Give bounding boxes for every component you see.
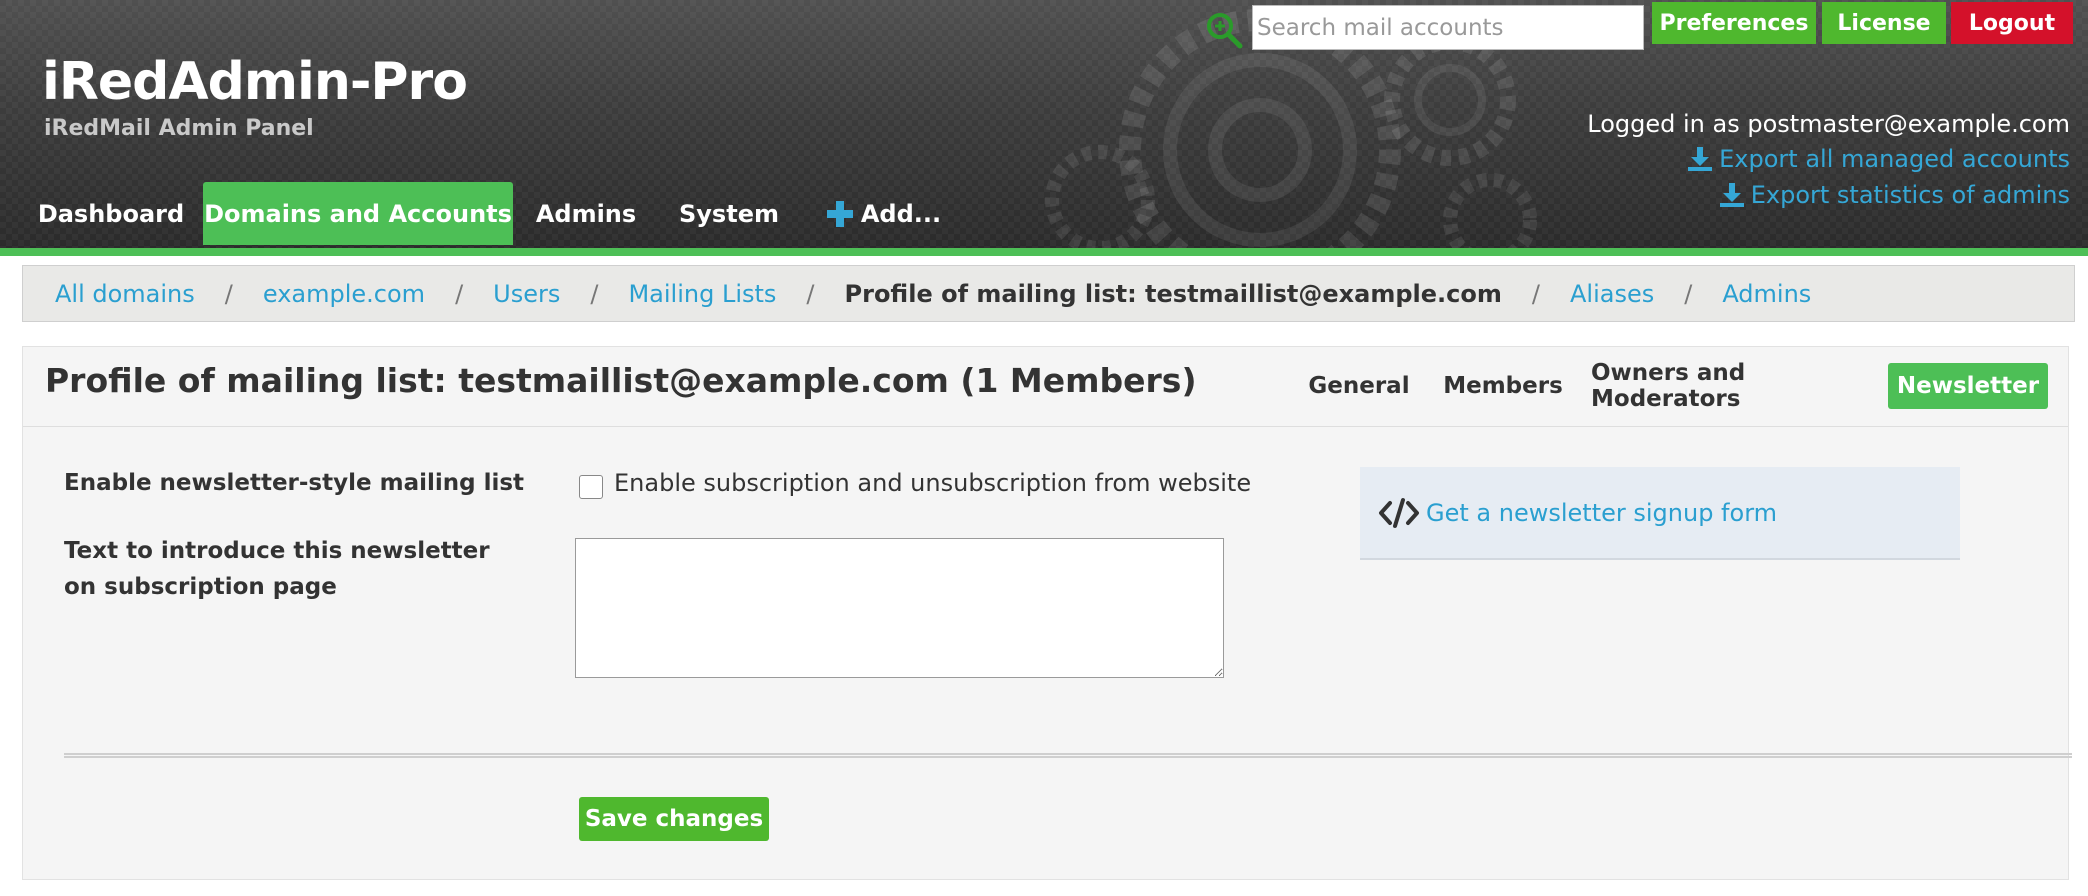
nav-add[interactable]: Add...	[820, 182, 946, 245]
signup-form-box: Get a newsletter signup form	[1360, 467, 1960, 560]
breadcrumb-separator: /	[1531, 279, 1540, 308]
intro-text-field[interactable]	[575, 538, 1224, 678]
tab-owners-and-moderators[interactable]: Owners and Moderators	[1591, 360, 1871, 412]
tab-members[interactable]: Members	[1437, 363, 1569, 409]
nav-admins[interactable]: Admins	[524, 182, 648, 245]
download-icon	[1719, 183, 1744, 207]
nav-dashboard[interactable]: Dashboard	[30, 182, 192, 245]
breadcrumb-admins[interactable]: Admins	[1722, 280, 1811, 308]
mailing-list-panel: Profile of mailing list: testmaillist@ex…	[22, 346, 2072, 880]
breadcrumb-mailing-lists[interactable]: Mailing Lists	[628, 280, 776, 308]
newsletter-signup-link[interactable]: Get a newsletter signup form	[1426, 499, 1777, 527]
export-stats-link[interactable]: Export statistics of admins	[1719, 181, 2070, 209]
save-changes-button[interactable]: Save changes	[579, 797, 769, 841]
enable-subscription-label[interactable]: Enable subscription and unsubscription f…	[614, 469, 1251, 497]
nav-add-label: Add...	[860, 199, 942, 228]
breadcrumb-separator: /	[455, 279, 464, 308]
breadcrumb-separator: /	[590, 279, 599, 308]
license-button[interactable]: License	[1822, 2, 1946, 44]
breadcrumb-separator: /	[806, 279, 815, 308]
page-title: Profile of mailing list: testmaillist@ex…	[45, 361, 1197, 400]
logged-in-status: Logged in as postmaster@example.com	[1587, 110, 2070, 138]
breadcrumb-domain[interactable]: example.com	[263, 280, 425, 308]
breadcrumb-separator: /	[1684, 279, 1693, 308]
enable-subscription-checkbox[interactable]	[579, 475, 603, 499]
plus-icon	[826, 200, 853, 227]
app-title: iRedAdmin-Pro	[42, 52, 468, 112]
search-icon[interactable]	[1204, 10, 1244, 50]
breadcrumb-users[interactable]: Users	[493, 280, 560, 308]
panel-header: Profile of mailing list: testmaillist@ex…	[23, 347, 2068, 427]
download-icon	[1688, 147, 1713, 171]
preferences-button[interactable]: Preferences	[1652, 2, 1816, 44]
nav-system[interactable]: System	[668, 182, 790, 245]
intro-text-label: Text to introduce this newsletter on sub…	[64, 538, 490, 600]
export-accounts-label: Export all managed accounts	[1719, 145, 2070, 173]
breadcrumb-aliases[interactable]: Aliases	[1570, 280, 1654, 308]
tab-general[interactable]: General	[1305, 363, 1413, 409]
breadcrumb-separator: /	[224, 279, 233, 308]
breadcrumb-current: Profile of mailing list: testmaillist@ex…	[844, 279, 1502, 308]
breadcrumb: All domains / example.com / Users / Mail…	[22, 265, 2075, 322]
form-divider	[64, 753, 2072, 758]
tab-newsletter[interactable]: Newsletter	[1888, 363, 2048, 409]
app-header: iRedAdmin-Pro iRedMail Admin Panel Prefe…	[0, 0, 2088, 256]
search-input[interactable]	[1252, 5, 1644, 50]
export-stats-label: Export statistics of admins	[1750, 181, 2070, 209]
app-subtitle: iRedMail Admin Panel	[44, 116, 314, 141]
logout-button[interactable]: Logout	[1951, 2, 2073, 44]
breadcrumb-all-domains[interactable]: All domains	[55, 280, 195, 308]
enable-newsletter-label: Enable newsletter-style mailing list	[64, 470, 525, 496]
code-icon	[1379, 497, 1419, 528]
nav-domains-and-accounts[interactable]: Domains and Accounts	[203, 182, 513, 245]
export-accounts-link[interactable]: Export all managed accounts	[1687, 145, 2070, 173]
